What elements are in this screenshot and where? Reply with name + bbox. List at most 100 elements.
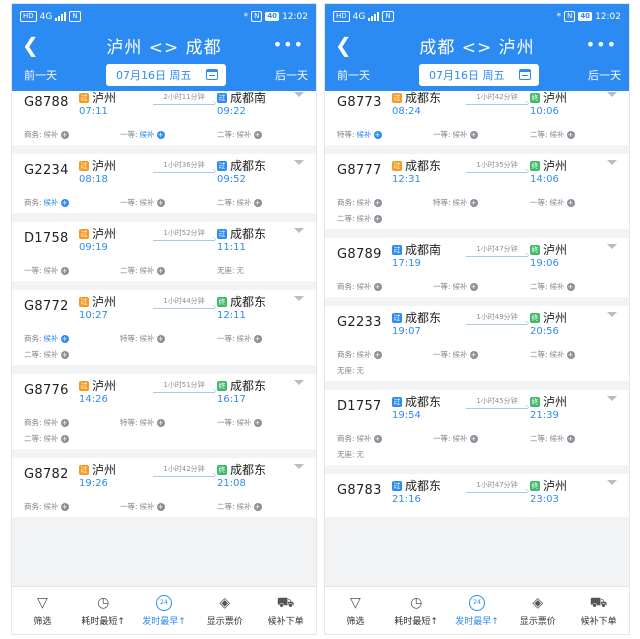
toolbar-tab[interactable]: 24 发时最早↑ <box>134 587 195 634</box>
toolbar-tab[interactable]: ⛟ 候补下单 <box>255 587 316 634</box>
train-card[interactable]: G8772 过泸州 10:27 1小时44分钟终成都东 12:11 商务: 候补 + 特等: 候补… <box>12 290 316 365</box>
train-card[interactable]: D1758 过泸州 09:19 1小时52分钟过成都东 11:11 一等: 候补 + 二等: 候补… <box>12 222 316 281</box>
train-card[interactable]: G2234 过泸州 08:18 1小时36分钟过成都东 09:52 商务: 候补 + 一等: 候补… <box>12 154 316 213</box>
expand-chevron-icon[interactable] <box>294 464 304 469</box>
add-waitlist-icon[interactable]: + <box>156 198 165 207</box>
next-day-button[interactable]: 后一天 <box>588 67 621 83</box>
seat-class[interactable]: 二等: 候补 + <box>120 265 165 276</box>
seat-class[interactable]: 二等: 候补 + <box>217 501 262 512</box>
add-waitlist-icon[interactable]: + <box>60 130 69 139</box>
seat-class[interactable]: 二等: 候补 + <box>217 197 262 208</box>
seat-class[interactable]: 二等: 候补 + <box>24 349 69 360</box>
add-waitlist-icon[interactable]: + <box>566 198 575 207</box>
back-icon[interactable]: ❮ <box>335 34 352 56</box>
seat-class[interactable]: 商务: 候补 + <box>24 417 69 428</box>
seat-class[interactable]: 一等: 候补 + <box>120 501 165 512</box>
expand-chevron-icon[interactable] <box>607 480 617 485</box>
seat-class[interactable]: 一等: 候补 + <box>433 129 478 140</box>
add-waitlist-icon[interactable]: + <box>373 198 382 207</box>
date-picker[interactable]: 07月16日 周五 <box>106 63 226 86</box>
seat-class[interactable]: 二等: 候补 + <box>217 129 262 140</box>
train-card[interactable]: G2233 过成都东 19:07 1小时49分钟终泸州 20:56 商务: 候补 + 一等: 候补… <box>325 306 629 381</box>
add-waitlist-icon[interactable]: + <box>156 502 165 511</box>
add-waitlist-icon[interactable]: + <box>253 130 262 139</box>
seat-class[interactable]: 商务: 候补 + <box>337 281 382 292</box>
date-picker[interactable]: 07月16日 周五 <box>419 63 539 86</box>
seat-class[interactable]: 一等: 候补 + <box>433 349 478 360</box>
toolbar-tab[interactable]: 24 发时最早↑ <box>447 587 508 634</box>
train-card[interactable]: G8782 过泸州 19:26 1小时42分钟终成都东 21:08 商务: 候补 + 一等: 候补… <box>12 458 316 517</box>
train-card[interactable]: G8777 过成都东 12:31 1小时35分钟终泸州 14:06 商务: 候补 + 特等: 候补… <box>325 154 629 229</box>
add-waitlist-icon[interactable]: + <box>253 198 262 207</box>
seat-class[interactable]: 一等: 候补 + <box>217 333 262 344</box>
seat-class[interactable]: 商务: 候补 + <box>24 129 69 140</box>
seat-class[interactable]: 一等: 候补 + <box>530 197 575 208</box>
seat-class[interactable]: 二等: 候补 + <box>530 433 575 444</box>
seat-class[interactable]: 特等: 候补 + <box>120 333 165 344</box>
seat-class[interactable]: 二等: 候补 + <box>530 281 575 292</box>
add-waitlist-icon[interactable]: + <box>60 418 69 427</box>
expand-chevron-icon[interactable] <box>294 380 304 385</box>
add-waitlist-icon[interactable]: + <box>156 418 165 427</box>
add-waitlist-icon[interactable]: + <box>60 198 69 207</box>
seat-class[interactable]: 二等: 候补 + <box>530 349 575 360</box>
toolbar-tab[interactable]: ◷ 耗时最短↑ <box>73 587 134 634</box>
seat-class[interactable]: 商务: 候补 + <box>24 501 69 512</box>
add-waitlist-icon[interactable]: + <box>373 350 382 359</box>
toolbar-tab[interactable]: ◈ 显示票价 <box>194 587 255 634</box>
toolbar-tab[interactable]: ⛟ 候补下单 <box>568 587 629 634</box>
add-waitlist-icon[interactable]: + <box>469 282 478 291</box>
toolbar-tab[interactable]: ▽ 筛选 <box>12 587 73 634</box>
seat-class[interactable]: 特等: 候补 + <box>433 197 478 208</box>
add-waitlist-icon[interactable]: + <box>60 266 69 275</box>
train-card[interactable]: G8789 过成都南 17:19 1小时47分钟终泸州 19:06 商务: 候补 + 一等: 候补… <box>325 238 629 297</box>
expand-chevron-icon[interactable] <box>607 92 617 97</box>
add-waitlist-icon[interactable]: + <box>253 502 262 511</box>
expand-chevron-icon[interactable] <box>607 160 617 165</box>
train-list[interactable]: G8788 过泸州 07:11 2小时11分钟过成都南 09:22 商务: 候补 + 一等: 候补… <box>12 91 316 588</box>
back-icon[interactable]: ❮ <box>22 34 39 56</box>
seat-class[interactable]: 一等: 候补 + <box>217 417 262 428</box>
prev-day-button[interactable]: 前一天 <box>24 67 57 83</box>
seat-class[interactable]: 一等: 候补 + <box>24 265 69 276</box>
train-card[interactable]: G8776 过泸州 14:26 1小时51分钟终成都东 16:17 商务: 候补 + 特等: 候补… <box>12 374 316 449</box>
seat-class[interactable]: 一等: 候补 + <box>120 197 165 208</box>
add-waitlist-icon[interactable]: + <box>469 350 478 359</box>
toolbar-tab[interactable]: ◷ 耗时最短↑ <box>386 587 447 634</box>
seat-class[interactable]: 一等: 候补 + <box>120 129 165 140</box>
seat-class[interactable]: 二等: 候补 + <box>24 433 69 444</box>
toolbar-tab[interactable]: ▽ 筛选 <box>325 587 386 634</box>
add-waitlist-icon[interactable]: + <box>373 434 382 443</box>
seat-class[interactable]: 商务: 候补 + <box>24 333 69 344</box>
add-waitlist-icon[interactable]: + <box>373 214 382 223</box>
seat-class[interactable]: 商务: 候补 + <box>337 433 382 444</box>
add-waitlist-icon[interactable]: + <box>469 198 478 207</box>
add-waitlist-icon[interactable]: + <box>60 434 69 443</box>
expand-chevron-icon[interactable] <box>294 160 304 165</box>
seat-class[interactable]: 特等: 候补 + <box>337 129 382 140</box>
add-waitlist-icon[interactable]: + <box>566 130 575 139</box>
seat-class[interactable]: 一等: 候补 + <box>433 433 478 444</box>
add-waitlist-icon[interactable]: + <box>60 502 69 511</box>
next-day-button[interactable]: 后一天 <box>275 67 308 83</box>
seat-class[interactable]: 二等: 候补 + <box>337 213 382 224</box>
add-waitlist-icon[interactable]: + <box>156 130 165 139</box>
add-waitlist-icon[interactable]: + <box>469 130 478 139</box>
add-waitlist-icon[interactable]: + <box>566 434 575 443</box>
train-card[interactable]: G8788 过泸州 07:11 2小时11分钟过成都南 09:22 商务: 候补 + 一等: 候补… <box>12 91 316 145</box>
seat-class[interactable]: 一等: 候补 + <box>433 281 478 292</box>
expand-chevron-icon[interactable] <box>294 296 304 301</box>
expand-chevron-icon[interactable] <box>607 396 617 401</box>
add-waitlist-icon[interactable]: + <box>60 350 69 359</box>
add-waitlist-icon[interactable]: + <box>566 282 575 291</box>
add-waitlist-icon[interactable]: + <box>373 282 382 291</box>
expand-chevron-icon[interactable] <box>294 92 304 97</box>
seat-class[interactable]: 商务: 候补 + <box>24 197 69 208</box>
train-list[interactable]: G8773 过成都东 08:24 1小时42分钟终泸州 10:06 特等: 候补 + 一等: 候补… <box>325 91 629 588</box>
add-waitlist-icon[interactable]: + <box>156 266 165 275</box>
train-card[interactable]: D1757 过成都东 19:54 1小时45分钟终泸州 21:39 商务: 候补 + 一等: 候补… <box>325 390 629 465</box>
more-icon[interactable]: ••• <box>273 35 304 54</box>
add-waitlist-icon[interactable]: + <box>60 334 69 343</box>
seat-class[interactable]: 商务: 候补 + <box>337 349 382 360</box>
train-card[interactable]: G8783 过成都东 21:16 1小时47分钟终泸州 23:03 <box>325 474 629 517</box>
